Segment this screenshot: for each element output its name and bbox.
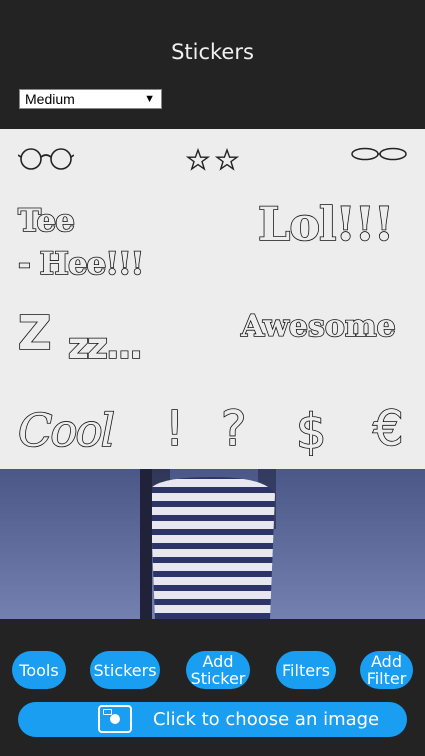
- choose-image-button[interactable]: Click to choose an image: [18, 702, 407, 737]
- add-filter-button[interactable]: Add Filter: [360, 651, 413, 689]
- choose-image-label: Click to choose an image: [153, 709, 380, 730]
- stars-sticker[interactable]: [186, 148, 242, 172]
- sticker-lol[interactable]: Lol!!!: [257, 196, 395, 252]
- add-filter-label-line1: Add: [371, 652, 402, 671]
- stickers-button[interactable]: Stickers: [90, 651, 160, 689]
- sticker-size-value: Medium: [25, 91, 75, 107]
- add-sticker-label-line2: Sticker: [190, 669, 246, 688]
- sticker-awesome[interactable]: Awesome: [240, 308, 396, 345]
- add-sticker-button[interactable]: Add Sticker: [186, 651, 250, 689]
- sticker-panel-header: Stickers Medium ▼: [0, 0, 425, 129]
- sticker-euro[interactable]: €: [372, 400, 404, 458]
- sticker-tee[interactable]: Tee: [17, 202, 76, 240]
- caret-down-icon: ▼: [144, 93, 155, 105]
- glasses-sticker[interactable]: [18, 147, 74, 171]
- sticker-size-select[interactable]: Medium ▼: [19, 89, 162, 109]
- filters-label: Filters: [282, 660, 330, 680]
- tools-label: Tools: [19, 660, 59, 680]
- sticker-exclamation[interactable]: !: [164, 400, 185, 458]
- sticker-hee[interactable]: - Hee!!!: [17, 245, 145, 283]
- filters-button[interactable]: Filters: [276, 651, 336, 689]
- stickers-label: Stickers: [93, 660, 157, 680]
- sticker-dollar[interactable]: $: [295, 403, 327, 461]
- sticker-question[interactable]: ?: [220, 400, 247, 458]
- photo-illustration: [0, 469, 425, 619]
- camera-icon: [98, 705, 132, 733]
- sticker-z[interactable]: Z: [17, 305, 52, 361]
- sticker-cool[interactable]: Cool: [17, 403, 116, 458]
- sticker-grid: Tee - Hee!!! Lol!!! Z zz... Awesome Cool…: [0, 129, 425, 469]
- add-sticker-label-line1: Add: [202, 652, 234, 671]
- sticker-zzz[interactable]: zz...: [67, 325, 144, 368]
- add-filter-label-line2: Filter: [366, 669, 407, 688]
- tools-button[interactable]: Tools: [12, 651, 66, 689]
- panel-title: Stickers: [171, 40, 254, 64]
- image-canvas[interactable]: [0, 469, 425, 619]
- small-glasses-sticker[interactable]: [350, 146, 408, 162]
